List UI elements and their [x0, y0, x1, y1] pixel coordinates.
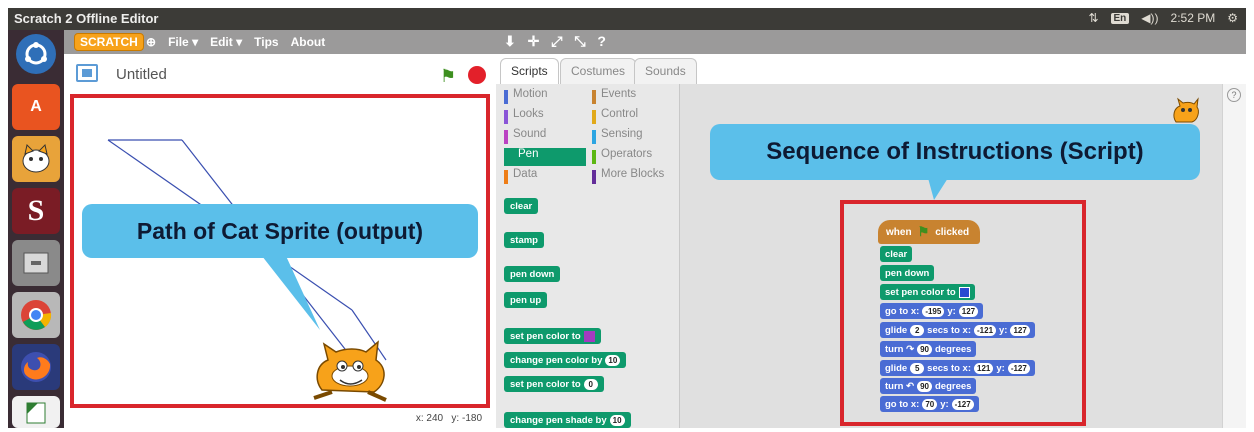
cursor-tools[interactable]: ⬇ ✛ ⤢ ⤡ ? — [504, 33, 610, 50]
stage-header: Untitled ⚑ — [64, 54, 496, 94]
document-icon[interactable] — [12, 396, 60, 428]
app-s-icon[interactable]: S — [12, 188, 60, 234]
volume-icon[interactable]: ◀)) — [1141, 11, 1158, 25]
keyboard-language-indicator[interactable]: En — [1110, 12, 1130, 24]
script-block-glide[interactable]: glide 2 secs to x: -121 y: 127 — [880, 322, 1035, 338]
block-palette: Motion Events Looks Control Sound Sensin… — [496, 84, 680, 428]
category-events[interactable]: Events — [592, 88, 674, 106]
tab-scripts[interactable]: Scripts — [500, 58, 559, 84]
script-block-turn-right[interactable]: turn ↷ 90 degrees — [880, 341, 977, 357]
category-sensing[interactable]: Sensing — [592, 128, 674, 146]
presentation-mode-icon[interactable] — [76, 64, 98, 82]
category-motion[interactable]: Motion — [504, 88, 586, 106]
callout-pointer — [262, 256, 320, 330]
coord-y-value: -180 — [461, 413, 482, 424]
tab-costumes[interactable]: Costumes — [560, 58, 637, 84]
when-flag-clicked-hat-block[interactable]: when ⚑ clicked — [878, 220, 980, 244]
menu-file[interactable]: File ▾ — [168, 35, 198, 49]
callout-pointer-script — [928, 178, 948, 200]
language-globe-icon[interactable]: ⊕ — [146, 35, 156, 49]
category-pen[interactable]: Pen — [504, 148, 586, 166]
scratch-app-icon[interactable] — [12, 136, 60, 182]
category-more-blocks[interactable]: More Blocks — [592, 168, 674, 186]
script-block-turn-left[interactable]: turn ↶ 90 degrees — [880, 378, 977, 394]
stage-annotation-callout: Path of Cat Sprite (output) — [82, 204, 478, 258]
files-icon[interactable] — [12, 240, 60, 286]
software-center-icon[interactable]: A — [12, 84, 60, 130]
mouse-coordinates: x: 240 y: -180 — [64, 408, 496, 428]
flag-icon: ⚑ — [917, 224, 930, 239]
category-looks[interactable]: Looks — [504, 108, 586, 126]
palette-block-stamp[interactable]: stamp — [504, 232, 544, 248]
palette-block-change-pen-color[interactable]: change pen color by 10 — [504, 352, 627, 368]
unity-launcher: A S — [8, 30, 64, 428]
script-block-set-pen-color[interactable]: set pen color to — [880, 284, 975, 300]
script-annotation-callout: Sequence of Instructions (Script) — [710, 124, 1200, 180]
scratch-logo[interactable]: SCRATCH — [74, 33, 144, 51]
window-title: Scratch 2 Offline Editor — [14, 11, 159, 26]
project-title[interactable]: Untitled — [116, 66, 167, 83]
palette-block-clear[interactable]: clear — [504, 198, 539, 214]
help-icon[interactable]: ? — [1227, 88, 1241, 102]
script-block-glide[interactable]: glide 5 secs to x: 121 y: -127 — [880, 360, 1035, 376]
green-flag-icon[interactable]: ⚑ — [440, 66, 456, 87]
script-block-pen-down[interactable]: pen down — [880, 265, 935, 281]
menu-edit[interactable]: Edit ▾ — [210, 35, 242, 49]
cat-sprite[interactable] — [302, 320, 392, 402]
menu-items: ⊕ File ▾ Edit ▾ Tips About — [146, 35, 325, 49]
coord-x-label: x: — [415, 413, 424, 424]
script-annotation-text: Sequence of Instructions (Script) — [766, 138, 1144, 165]
firefox-icon[interactable] — [12, 344, 60, 390]
palette-block-set-pen-color[interactable]: set pen color to — [504, 328, 601, 344]
palette-block-set-pen-color-number[interactable]: set pen color to 0 — [504, 376, 604, 392]
network-icon[interactable]: ⇅ — [1088, 11, 1098, 25]
system-tray: ⇅ En ◀)) 2:52 PM ⚙ — [1088, 11, 1238, 25]
dash-home-icon[interactable] — [16, 34, 56, 74]
top-panel: Scratch 2 Offline Editor ⇅ En ◀)) 2:52 P… — [8, 8, 1246, 30]
script-area-scrollbar[interactable]: ? — [1222, 84, 1246, 428]
category-operators[interactable]: Operators — [592, 148, 674, 166]
category-sound[interactable]: Sound — [504, 128, 586, 146]
scratch-menu-bar: SCRATCH ⊕ File ▾ Edit ▾ Tips About ⬇ ✛ ⤢… — [64, 30, 1246, 54]
palette-block-pen-down[interactable]: pen down — [504, 266, 561, 282]
script-block-go-to[interactable]: go to x: -195 y: 127 — [880, 303, 984, 319]
script-block-clear[interactable]: clear — [880, 246, 913, 262]
palette-block-change-pen-shade[interactable]: change pen shade by 10 — [504, 412, 631, 428]
category-data[interactable]: Data — [504, 168, 586, 186]
menu-about[interactable]: About — [291, 35, 326, 49]
script-block-go-to[interactable]: go to x: 70 y: -127 — [880, 396, 979, 412]
stage-annotation-text: Path of Cat Sprite (output) — [136, 217, 424, 244]
stop-button[interactable] — [468, 66, 486, 84]
settings-gear-icon[interactable]: ⚙ — [1227, 11, 1238, 25]
tab-sounds[interactable]: Sounds — [634, 58, 697, 84]
clock[interactable]: 2:52 PM — [1171, 11, 1216, 25]
palette-block-pen-up[interactable]: pen up — [504, 292, 548, 308]
coord-y-label: y: — [451, 413, 460, 424]
menu-tips[interactable]: Tips — [254, 35, 278, 49]
chrome-icon[interactable] — [12, 292, 60, 338]
coord-x-value: 240 — [426, 413, 444, 424]
editor-tabs: Scripts Costumes Sounds — [496, 54, 796, 86]
category-control[interactable]: Control — [592, 108, 674, 126]
